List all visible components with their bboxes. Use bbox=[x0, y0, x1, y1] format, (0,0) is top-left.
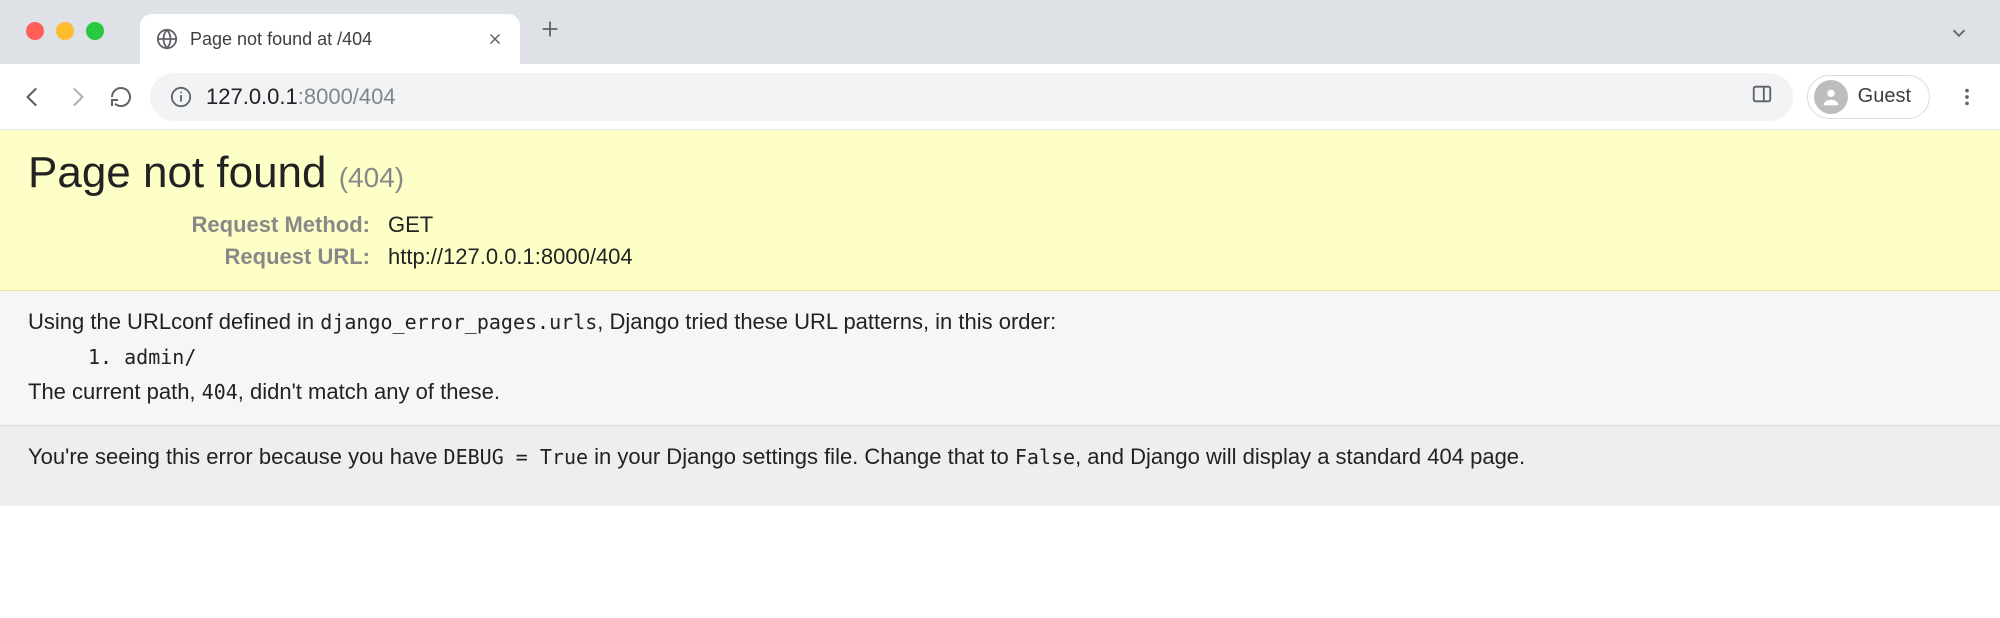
status-code: (404) bbox=[339, 162, 404, 193]
debug-hint: You're seeing this error because you hav… bbox=[28, 444, 1972, 470]
url-text: 127.0.0.1:8000/404 bbox=[206, 84, 396, 110]
window-controls bbox=[26, 22, 104, 40]
footer-mid: in your Django settings file. Change tha… bbox=[588, 444, 1015, 469]
urlconf-code: django_error_pages.urls bbox=[320, 310, 597, 334]
nomatch-sentence: The current path, 404, didn't match any … bbox=[28, 379, 1972, 405]
error-body: Using the URLconf defined in django_erro… bbox=[0, 291, 2000, 426]
heading-text: Page not found bbox=[28, 148, 326, 197]
close-window-icon[interactable] bbox=[26, 22, 44, 40]
avatar-icon bbox=[1814, 80, 1848, 114]
forward-button[interactable] bbox=[62, 82, 92, 112]
footer-false-code: False bbox=[1015, 445, 1075, 469]
minimize-window-icon[interactable] bbox=[56, 22, 74, 40]
error-header: Page not found (404) Request Method: GET… bbox=[0, 130, 2000, 291]
maximize-window-icon[interactable] bbox=[86, 22, 104, 40]
nomatch-post: , didn't match any of these. bbox=[238, 379, 500, 404]
page-title: Page not found (404) bbox=[28, 148, 1972, 198]
browser-tab[interactable]: Page not found at /404 bbox=[140, 14, 520, 64]
tab-title: Page not found at /404 bbox=[190, 29, 474, 50]
globe-icon bbox=[156, 28, 178, 50]
footer-pre: You're seeing this error because you hav… bbox=[28, 444, 444, 469]
body-post: , Django tried these URL patterns, in th… bbox=[597, 309, 1056, 334]
request-method-label: Request Method: bbox=[108, 212, 388, 238]
url-pattern-item: 1. admin/ bbox=[88, 345, 1972, 369]
request-meta-table: Request Method: GET Request URL: http://… bbox=[108, 212, 1972, 270]
url-path: :8000/404 bbox=[298, 84, 396, 109]
error-footer: You're seeing this error because you hav… bbox=[0, 426, 2000, 506]
reload-button[interactable] bbox=[106, 82, 136, 112]
browser-tab-strip: Page not found at /404 bbox=[0, 0, 2000, 64]
address-bar[interactable]: 127.0.0.1:8000/404 bbox=[150, 73, 1793, 121]
footer-debug-code: DEBUG = True bbox=[444, 445, 589, 469]
body-pre: Using the URLconf defined in bbox=[28, 309, 320, 334]
profile-button[interactable]: Guest bbox=[1807, 75, 1930, 119]
footer-post: , and Django will display a standard 404… bbox=[1075, 444, 1525, 469]
request-method-value: GET bbox=[388, 212, 1972, 238]
nomatch-path-code: 404 bbox=[202, 380, 238, 404]
url-pattern-list: 1. admin/ bbox=[88, 345, 1972, 369]
nomatch-pre: The current path, bbox=[28, 379, 202, 404]
side-panel-icon[interactable] bbox=[1751, 83, 1773, 111]
site-info-icon[interactable] bbox=[170, 86, 192, 108]
urlconf-sentence: Using the URLconf defined in django_erro… bbox=[28, 309, 1972, 335]
request-url-value: http://127.0.0.1:8000/404 bbox=[388, 244, 1972, 270]
close-tab-icon[interactable] bbox=[486, 30, 504, 48]
request-url-label: Request URL: bbox=[108, 244, 388, 270]
menu-button[interactable] bbox=[1952, 82, 1982, 112]
new-tab-button[interactable] bbox=[530, 9, 570, 49]
profile-label: Guest bbox=[1858, 85, 1911, 108]
url-host: 127.0.0.1 bbox=[206, 84, 298, 109]
tab-search-icon[interactable] bbox=[1948, 22, 1970, 44]
back-button[interactable] bbox=[18, 82, 48, 112]
browser-toolbar: 127.0.0.1:8000/404 Guest bbox=[0, 64, 2000, 130]
